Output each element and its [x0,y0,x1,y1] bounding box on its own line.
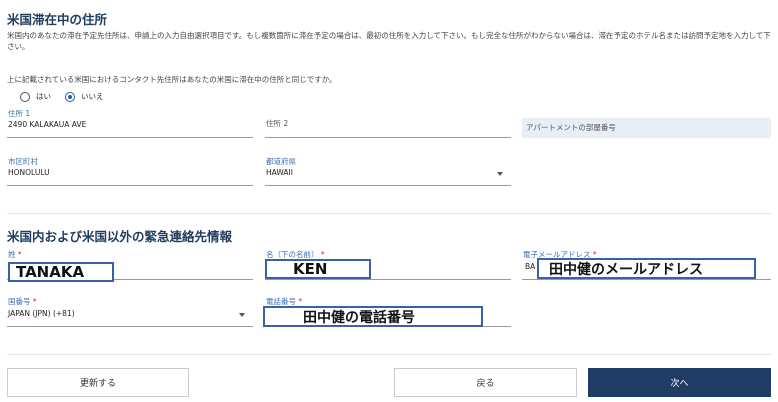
apartment-placeholder: アパートメントの部屋番号 [526,123,616,132]
radio-no-label: いいえ [81,92,104,101]
last-name-value: TANAKA [8,262,114,282]
first-name-underline [265,279,511,280]
next-button[interactable]: 次へ [588,368,771,397]
radio-no[interactable]: いいえ [65,91,104,102]
state-value: HAWAII [266,168,293,177]
email-prefix: BA [525,262,536,271]
email-underline [522,279,771,280]
radio-yes-label: はい [36,92,51,101]
section-divider [7,213,771,214]
footer-divider [7,354,771,355]
first-name-value: KEN [265,259,371,279]
city-underline [7,185,253,186]
address2-placeholder: 住所 2 [266,119,289,128]
address-section-description: 米国内のあなたの滞在予定先住所は、申請上の入力自由選択項目です。もし複数箇所に滞… [7,31,771,51]
country-code-label: 国番号 * [8,297,37,306]
address1-field[interactable]: 住所 1 2490 KALAKAUA AVE [7,108,253,138]
radio-no-checked-circle-icon[interactable] [65,91,75,102]
phone-value: 田中健の電話番号 [263,306,483,327]
city-field[interactable]: 市区町村 HONOLULU [7,156,253,186]
last-name-label: 姓 * [8,250,22,259]
apartment-field[interactable]: アパートメントの部屋番号 [522,118,771,138]
email-value: 田中健のメールアドレス [537,258,756,279]
radio-yes-circle-icon[interactable] [20,91,30,102]
country-code-underline [7,326,253,327]
state-select[interactable]: 都道府県 HAWAII [265,156,511,186]
back-button[interactable]: 戻る [394,368,577,397]
city-value: HONOLULU [8,168,50,177]
city-label: 市区町村 [8,157,38,166]
state-underline [265,185,511,186]
country-code-select[interactable]: 国番号 * JAPAN (JPN) (+81) [7,296,253,327]
address1-label: 住所 1 [8,109,31,118]
emergency-section-title: 米国内および米国以外の緊急連絡先情報 [7,229,233,244]
update-button[interactable]: 更新する [7,368,189,397]
state-label: 都道府県 [266,157,296,166]
address-section-title: 米国滞在中の住所 [7,12,108,27]
state-chevron-down-icon[interactable] [497,172,503,176]
address2-underline [265,137,511,138]
same-address-question: 上に記載されている米国におけるコンタクト先住所はあなたの米国に滞在中の住所と同じ… [7,75,337,84]
address1-value: 2490 KALAKAUA AVE [8,120,87,129]
radio-yes[interactable]: はい [20,91,51,102]
country-code-value: JAPAN (JPN) (+81) [8,309,75,318]
same-address-radio-group: はい いいえ [20,91,118,102]
address2-field[interactable]: 住所 2 [265,108,511,138]
address1-underline [7,137,253,138]
country-code-chevron-down-icon[interactable] [239,313,245,317]
